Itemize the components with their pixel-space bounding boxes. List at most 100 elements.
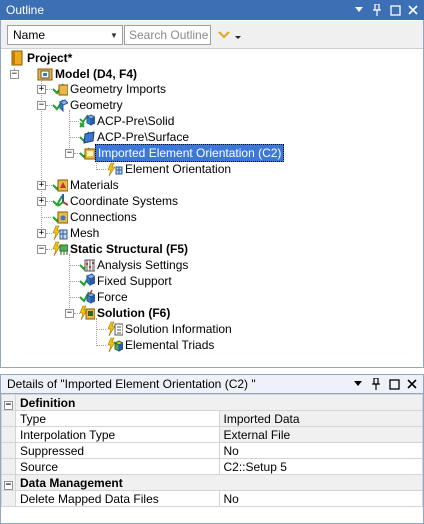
tree-label-analysis-settings: Analysis Settings [97,258,189,272]
tree-item-analysis-settings[interactable]: Analysis Settings [79,257,190,273]
dropdown-arrow-icon[interactable] [351,377,365,391]
tree-label-project: Project* [27,51,73,65]
property-name: Suppressed [15,442,220,459]
mesh-icon [52,225,68,241]
property-name: Source [15,458,220,475]
property-value: External File [218,426,423,443]
tree-label-acp-surface: ACP-Pre\Surface [97,130,190,144]
outline-title-bar: Outline [0,0,424,20]
property-name: Type [15,410,220,427]
tree-label-imported-orientation: Imported Element Orientation (C2) [95,144,285,162]
property-row[interactable]: Source C2::Setup 5 [1,458,423,475]
static-structural-icon [52,241,68,257]
tree-label-force: Force [97,290,128,304]
tree-item-project[interactable]: Project* [9,50,74,66]
tree-item-static-structural[interactable]: Static Structural (F5) [52,241,190,257]
property-value[interactable]: No [218,442,423,459]
tree-item-solution-information[interactable]: Solution Information [107,321,234,337]
expand-filter-button[interactable] [217,27,247,43]
geometry-icon [52,99,68,113]
tree-item-model[interactable]: Model (D4, F4) [37,66,139,82]
tree-label-solution-information: Solution Information [125,322,232,336]
pin-icon[interactable] [370,3,384,17]
collapse-toggle-data-management[interactable]: − [4,480,13,490]
name-filter-value: Name [13,28,46,42]
collapse-toggle-definition[interactable]: − [4,400,13,410]
property-row[interactable]: Delete Mapped Data Files No [1,490,423,507]
dropdown-arrow-icon[interactable] [352,3,366,17]
property-row[interactable]: Suppressed No [1,442,423,459]
solution-information-icon [107,321,123,337]
tree-item-geometry-imports[interactable]: Geometry Imports [52,81,168,97]
close-icon[interactable] [406,3,420,17]
tree-label-element-orientation: Element Orientation [125,162,232,176]
tree-label-connections: Connections [70,210,137,224]
tree-label-mesh: Mesh [70,226,100,240]
collapse-toggle-solution[interactable]: − [65,309,74,318]
tree-item-acp-solid[interactable]: ACP-Pre\Solid [79,113,176,129]
fixed-support-icon [79,273,95,287]
tree-label-elemental-triads: Elemental Triads [125,338,215,352]
search-input[interactable] [125,26,210,44]
property-name: Interpolation Type [15,426,220,443]
group-data-management[interactable]: − Data Management [1,474,423,491]
property-row[interactable]: Type Imported Data [1,410,423,427]
element-orientation-icon [107,162,123,177]
tree-item-force[interactable]: Force [79,289,130,305]
expand-toggle-mesh[interactable]: + [37,229,46,238]
expand-toggle-materials[interactable]: + [37,181,46,190]
geometry-imports-icon [52,83,68,96]
tree-item-mesh[interactable]: Mesh [52,225,101,241]
expand-toggle-geometry-imports[interactable]: + [37,85,46,94]
connections-icon [52,211,68,224]
tree-item-materials[interactable]: Materials [52,177,121,193]
property-value: Imported Data [218,410,423,427]
group-header-label: Definition [15,394,423,411]
expand-toggle-coordinate-systems[interactable]: + [37,197,46,206]
tree-label-solution: Solution (F6) [97,306,171,320]
maximize-icon[interactable] [387,377,401,391]
collapse-toggle-geometry[interactable]: − [37,101,46,110]
tree-item-elemental-triads[interactable]: Elemental Triads [107,337,216,353]
collapse-toggle-imported-orientation[interactable]: − [65,149,74,158]
tree-label-static-structural: Static Structural (F5) [70,242,189,256]
outline-tree: Project* − Model (D4, F4) + Geometry Imp… [1,50,423,366]
tree-label-geometry-imports: Geometry Imports [70,82,167,96]
pin-icon[interactable] [369,377,383,391]
name-filter-dropdown[interactable]: Name ▼ [7,25,123,45]
details-property-grid: − Definition Type Imported Data Interpol… [1,394,423,507]
group-header-label: Data Management [15,474,423,491]
tree-label-acp-solid: ACP-Pre\Solid [97,114,175,128]
group-definition[interactable]: − Definition [1,394,423,411]
tree-label-model: Model (D4, F4) [55,67,138,81]
collapse-toggle-static-structural[interactable]: − [37,245,46,254]
tree-label-materials: Materials [70,178,119,192]
model-icon [37,68,53,81]
search-outline-field[interactable] [124,25,211,45]
property-name: Delete Mapped Data Files [15,490,220,507]
tree-item-element-orientation[interactable]: Element Orientation [107,161,233,177]
force-icon [79,289,95,304]
property-value[interactable]: C2::Setup 5 [218,458,423,475]
elemental-triads-icon [107,337,123,353]
chevron-down-icon: ▼ [110,30,118,40]
property-value[interactable]: No [218,490,423,507]
tree-item-acp-surface[interactable]: ACP-Pre\Surface [79,129,191,145]
maximize-icon[interactable] [388,3,402,17]
project-book-icon [11,50,23,66]
imported-data-folder-icon [79,147,95,160]
outline-toolbar: Name ▼ [1,21,423,49]
tree-item-coordinate-systems[interactable]: Coordinate Systems [52,193,180,209]
tree-item-fixed-support[interactable]: Fixed Support [79,273,174,289]
property-row[interactable]: Interpolation Type External File [1,426,423,443]
collapse-toggle-model[interactable]: − [10,70,19,79]
materials-icon [52,179,68,192]
outline-title: Outline [6,3,45,17]
tree-item-imported-orientation[interactable]: Imported Element Orientation (C2) [79,144,285,162]
details-title: Details of "Imported Element Orientation… [7,377,256,391]
solution-icon [79,305,95,321]
tree-item-connections[interactable]: Connections [52,209,139,225]
close-icon[interactable] [405,377,419,391]
tree-item-solution[interactable]: Solution (F6) [79,305,172,321]
tree-item-geometry[interactable]: Geometry [52,97,125,113]
